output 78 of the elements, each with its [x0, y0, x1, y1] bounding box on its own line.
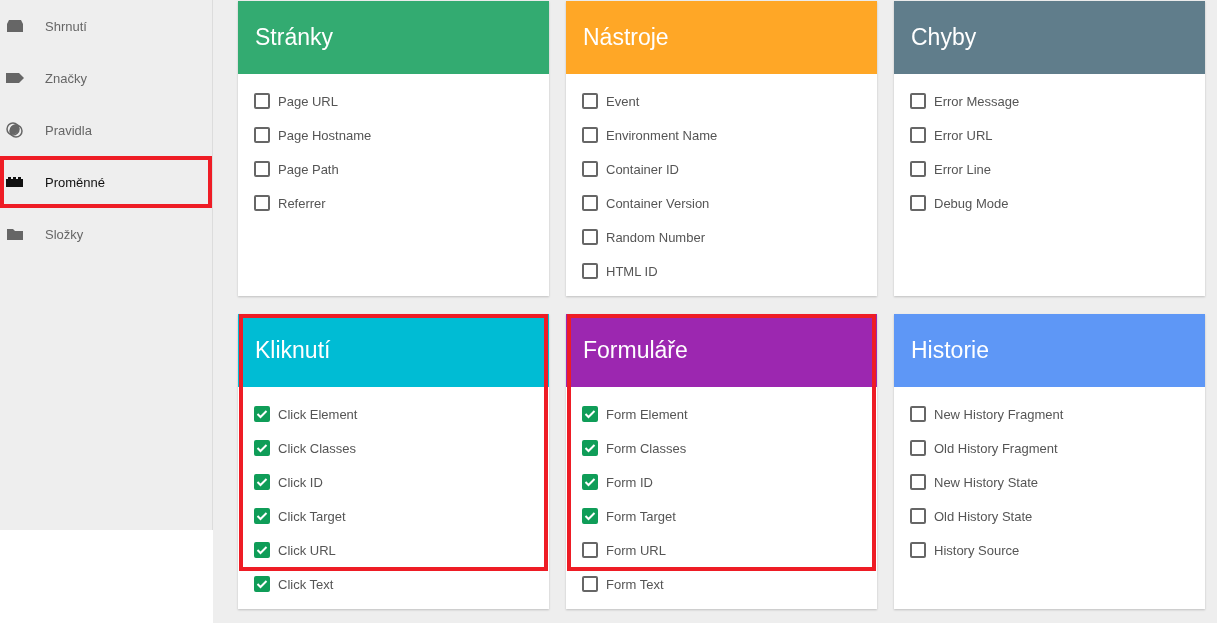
- sidebar-item[interactable]: Shrnutí: [0, 0, 212, 52]
- sidebar-item[interactable]: Složky: [0, 208, 212, 260]
- checkbox[interactable]: [910, 406, 926, 422]
- sidebar-item[interactable]: Značky: [0, 52, 212, 104]
- checkbox-label: History Source: [934, 542, 1020, 558]
- checkbox-label: Container ID: [606, 161, 679, 177]
- checkbox[interactable]: [910, 161, 926, 177]
- checkbox-label: Form Target: [606, 508, 676, 524]
- card-header: Kliknutí: [238, 314, 549, 387]
- checkbox[interactable]: [254, 93, 270, 109]
- checkbox[interactable]: [910, 93, 926, 109]
- checkbox[interactable]: [254, 474, 270, 490]
- checkbox[interactable]: [910, 474, 926, 490]
- checkbox[interactable]: [254, 127, 270, 143]
- checkbox-label: Form Classes: [606, 440, 687, 456]
- card-header: Formuláře: [566, 314, 877, 387]
- checkbox-label: Click ID: [278, 474, 323, 490]
- checkbox-label: Debug Mode: [934, 195, 1009, 211]
- checkbox[interactable]: [910, 440, 926, 456]
- checkbox[interactable]: [582, 542, 598, 558]
- checkbox[interactable]: [582, 93, 598, 109]
- checkbox-label: Error Line: [934, 161, 992, 177]
- checkbox[interactable]: [910, 195, 926, 211]
- checkbox-label: Page Hostname: [278, 127, 372, 143]
- checkbox[interactable]: [254, 576, 270, 592]
- checkbox-label: Old History State: [934, 508, 1033, 524]
- checkbox[interactable]: [582, 161, 598, 177]
- checkbox[interactable]: [582, 195, 598, 211]
- checkbox-label: Page Path: [278, 161, 339, 177]
- sidebar-item[interactable]: Pravidla: [0, 104, 212, 156]
- checkbox-label: Click Element: [278, 406, 358, 422]
- checkbox-label: New History State: [934, 474, 1039, 490]
- card-header: Stránky: [238, 1, 549, 74]
- checkbox-label: Error URL: [934, 127, 993, 143]
- overlapping-circles-icon: [5, 122, 25, 138]
- checkbox[interactable]: [910, 127, 926, 143]
- checkbox-label: Event: [606, 93, 640, 109]
- checkbox[interactable]: [582, 263, 598, 279]
- checkbox-label: New History Fragment: [934, 406, 1064, 422]
- checkbox[interactable]: [582, 406, 598, 422]
- checkbox[interactable]: [910, 542, 926, 558]
- checkbox[interactable]: [254, 406, 270, 422]
- checkbox[interactable]: [582, 440, 598, 456]
- checkbox-label: HTML ID: [606, 263, 658, 279]
- checkbox[interactable]: [254, 161, 270, 177]
- checkbox[interactable]: [582, 229, 598, 245]
- tray-icon: [5, 18, 25, 34]
- checkbox[interactable]: [910, 508, 926, 524]
- checkbox[interactable]: [582, 576, 598, 592]
- checkbox[interactable]: [582, 474, 598, 490]
- card-header: Historie: [894, 314, 1205, 387]
- checkbox[interactable]: [582, 508, 598, 524]
- checkbox[interactable]: [254, 542, 270, 558]
- checkbox[interactable]: [254, 195, 270, 211]
- checkbox[interactable]: [254, 508, 270, 524]
- card-header: Chyby: [894, 1, 1205, 74]
- checkbox-label: Click URL: [278, 542, 336, 558]
- checkbox-label: Form URL: [606, 542, 666, 558]
- checkbox[interactable]: [254, 440, 270, 456]
- sidebar-item[interactable]: Proměnné: [0, 156, 212, 208]
- checkbox-label: Form Text: [606, 576, 664, 592]
- checkbox-label: Container Version: [606, 195, 710, 211]
- folder-icon: [5, 226, 25, 242]
- card-header: Nástroje: [566, 1, 877, 74]
- checkbox-label: Random Number: [606, 229, 705, 245]
- checkbox-label: Environment Name: [606, 127, 718, 143]
- checkbox-label: Referrer: [278, 195, 326, 211]
- checkbox-label: Old History Fragment: [934, 440, 1058, 456]
- tag-icon: [5, 70, 25, 86]
- checkbox-label: Error Message: [934, 93, 1020, 109]
- checkbox[interactable]: [582, 127, 598, 143]
- checkbox-label: Click Text: [278, 576, 334, 592]
- checkbox-label: Click Target: [278, 508, 346, 524]
- checkbox-label: Form Element: [606, 406, 688, 422]
- brick-icon: [5, 174, 25, 190]
- checkbox-label: Click Classes: [278, 440, 356, 456]
- checkbox-label: Form ID: [606, 474, 653, 490]
- checkbox-label: Page URL: [278, 93, 338, 109]
